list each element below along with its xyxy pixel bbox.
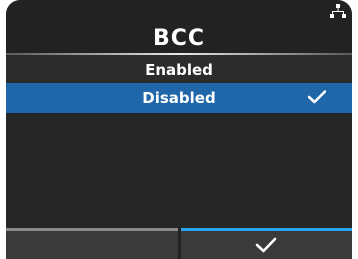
softkey-left[interactable]	[6, 228, 178, 259]
page-title: BCC	[152, 26, 206, 51]
device-screen: BCC Enabled Disabled	[0, 0, 358, 259]
check-icon	[255, 237, 277, 253]
softkey-bar	[6, 228, 352, 259]
option-label: Enabled	[145, 61, 213, 79]
option-disabled[interactable]: Disabled	[6, 83, 352, 113]
softkey-confirm[interactable]	[180, 228, 352, 259]
menu-panel: BCC Enabled Disabled	[6, 0, 352, 259]
header: BCC	[6, 0, 352, 55]
network-icon	[330, 4, 346, 18]
list-empty-area	[6, 113, 352, 228]
check-icon	[308, 90, 326, 104]
option-label: Disabled	[142, 89, 216, 107]
option-enabled[interactable]: Enabled	[6, 55, 352, 86]
